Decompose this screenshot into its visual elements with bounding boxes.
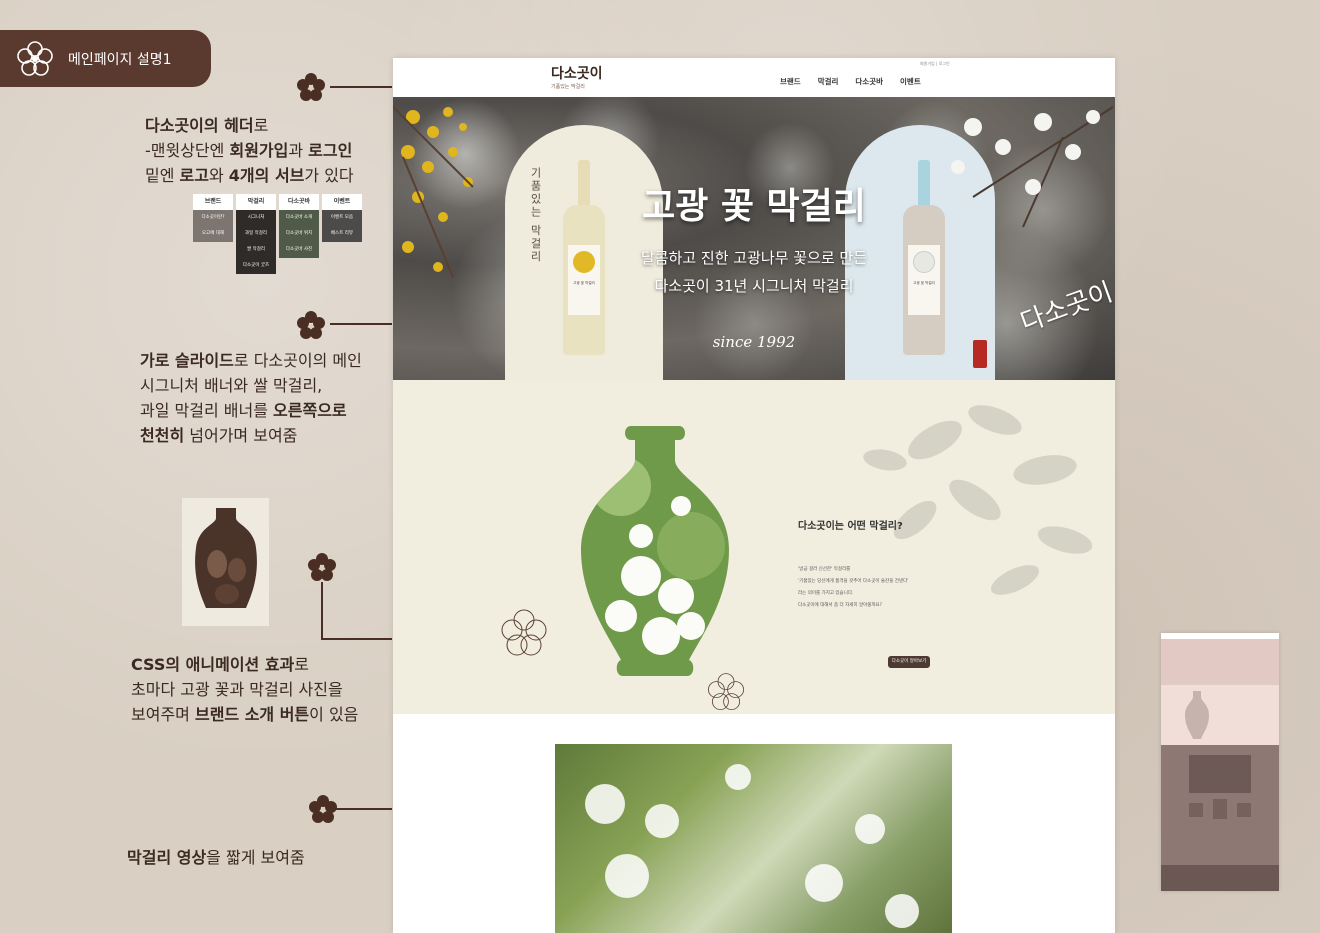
hero-slider[interactable]: 기품있는 막걸리 고광 꽃 막걸리 고광 꽃 막걸리 고광 꽃 막걸리 달콤하고…: [393, 97, 1115, 380]
nav-brand[interactable]: 브랜드: [780, 76, 801, 87]
page-title-tag: 메인페이지 설명1: [0, 30, 211, 87]
connector-line: [321, 582, 323, 639]
hero-title: 고광 꽃 막걸리: [642, 186, 866, 227]
video-section: [393, 714, 1115, 933]
page-title: 메인페이지 설명1: [68, 51, 172, 68]
flower-marker-icon: [309, 795, 337, 823]
hero-subtitle-1: 달콤하고 진한 고광나무 꽃으로 만든: [640, 249, 868, 267]
vase-photo: [182, 498, 269, 626]
outline-flower-icon: [708, 673, 744, 710]
flower-marker-icon: [297, 73, 325, 101]
about-title: 다소곳이는 어떤 막걸리?: [798, 521, 903, 532]
since-text: since 1992: [712, 333, 796, 351]
nav-event[interactable]: 이벤트: [900, 76, 921, 87]
flower-logo-icon: [14, 38, 56, 80]
makgeolli-video[interactable]: [555, 744, 952, 933]
website-mockup: 다소곳이 기품있는 막걸리 회원가입 | 로그인 브랜드 막걸리 다소곳바 이벤…: [393, 58, 1115, 933]
connector-line: [335, 808, 392, 810]
flower-marker-icon: [308, 553, 336, 581]
note-css-animation: CSS의 애니메이션 효과로 초마다 고광 꽃과 막걸리 사진을 보여주며 브랜…: [131, 655, 359, 724]
submenu-col-bar: 다소곳바 다소곳바 소개 다소곳바 위치 다소곳바 사진: [279, 194, 319, 274]
about-description: '방금 걸러 신선한' 막걸리를 '기품있는 당신에게 품격을 갖추어 다소곳이…: [798, 567, 909, 608]
nav-bar[interactable]: 다소곳바: [855, 76, 883, 87]
top-utility-nav[interactable]: 회원가입 | 로그인: [920, 61, 950, 67]
site-logo[interactable]: 다소곳이 기품있는 막걸리: [551, 63, 611, 95]
submenu-col-event: 이벤트 이벤트 모음 베스트 리뷰: [322, 194, 362, 274]
red-seal-stamp: [973, 340, 987, 368]
page-thumbnail-preview: [1161, 633, 1279, 891]
outline-flower-icon: [501, 609, 547, 656]
submenu-col-brand: 브랜드 다소곳이란? 오고에 대해: [193, 194, 233, 274]
main-nav: 브랜드 막걸리 다소곳바 이벤트: [780, 76, 921, 87]
vase-flower-image: [581, 426, 729, 676]
leaf-shadow-decoration: [863, 405, 1093, 595]
brand-intro-button[interactable]: 다소곳이 알아보기: [888, 656, 930, 668]
note-header: 다소곳이의 헤더로 -맨윗상단엔 회원가입과 로그인 밑엔 로고와 4개의 서브…: [145, 116, 354, 185]
connector-line: [330, 323, 392, 325]
note-slide: 가로 슬라이드로 다소곳이의 메인 시그니처 배너와 쌀 막걸리, 과일 막걸리…: [140, 351, 362, 445]
about-section: 다소곳이는 어떤 막걸리? '방금 걸러 신선한' 막걸리를 '기품있는 당신에…: [393, 380, 1115, 714]
site-header: 다소곳이 기품있는 막걸리 회원가입 | 로그인 브랜드 막걸리 다소곳바 이벤…: [393, 58, 1115, 97]
submenu-col-makgeolli: 막걸리 시그니처 과일 막걸리 쌀 막걸리 다소곳이 굿즈: [236, 194, 276, 274]
submenu-preview: 브랜드 다소곳이란? 오고에 대해 막걸리 시그니처 과일 막걸리 쌀 막걸리 …: [193, 194, 362, 274]
connector-line: [321, 638, 392, 640]
note-video: 막걸리 영상을 짧게 보여줌: [127, 848, 305, 867]
hero-subtitle-2: 다소곳이 31년 시그니처 막걸리: [654, 277, 854, 295]
connector-line: [330, 86, 392, 88]
flower-marker-icon: [297, 311, 325, 339]
nav-makgeolli[interactable]: 막걸리: [818, 76, 839, 87]
